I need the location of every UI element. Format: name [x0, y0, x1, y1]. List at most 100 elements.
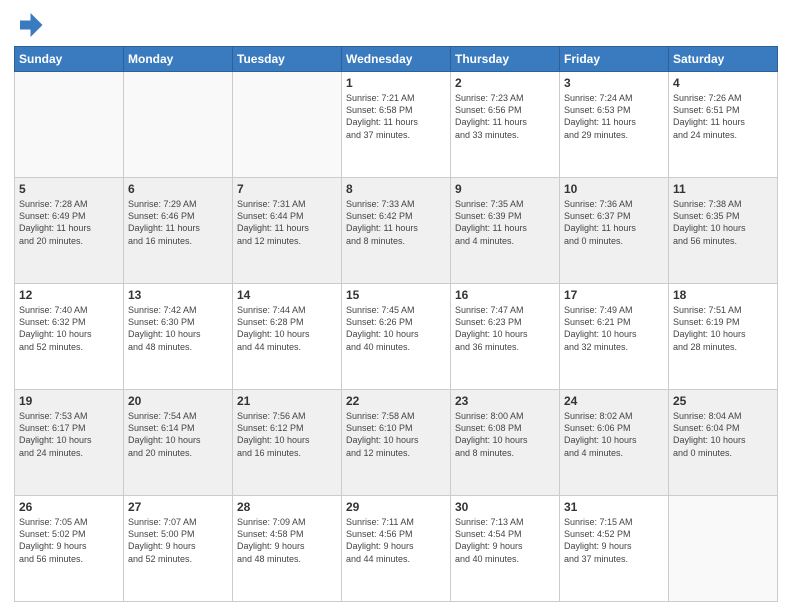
weekday-header: Saturday — [669, 47, 778, 72]
day-number: 13 — [128, 287, 228, 303]
calendar-cell: 21Sunrise: 7:56 AM Sunset: 6:12 PM Dayli… — [233, 390, 342, 496]
calendar-cell: 1Sunrise: 7:21 AM Sunset: 6:58 PM Daylig… — [342, 72, 451, 178]
calendar-cell: 25Sunrise: 8:04 AM Sunset: 6:04 PM Dayli… — [669, 390, 778, 496]
day-info: Sunrise: 7:29 AM Sunset: 6:46 PM Dayligh… — [128, 198, 228, 247]
calendar-cell: 23Sunrise: 8:00 AM Sunset: 6:08 PM Dayli… — [451, 390, 560, 496]
day-info: Sunrise: 7:07 AM Sunset: 5:00 PM Dayligh… — [128, 516, 228, 565]
day-number: 16 — [455, 287, 555, 303]
day-number: 10 — [564, 181, 664, 197]
day-info: Sunrise: 7:53 AM Sunset: 6:17 PM Dayligh… — [19, 410, 119, 459]
day-number: 21 — [237, 393, 337, 409]
day-info: Sunrise: 7:56 AM Sunset: 6:12 PM Dayligh… — [237, 410, 337, 459]
day-number: 9 — [455, 181, 555, 197]
day-number: 5 — [19, 181, 119, 197]
calendar-cell: 11Sunrise: 7:38 AM Sunset: 6:35 PM Dayli… — [669, 178, 778, 284]
day-number: 8 — [346, 181, 446, 197]
calendar-cell: 20Sunrise: 7:54 AM Sunset: 6:14 PM Dayli… — [124, 390, 233, 496]
day-number: 29 — [346, 499, 446, 515]
day-info: Sunrise: 7:23 AM Sunset: 6:56 PM Dayligh… — [455, 92, 555, 141]
day-number: 20 — [128, 393, 228, 409]
calendar-cell: 14Sunrise: 7:44 AM Sunset: 6:28 PM Dayli… — [233, 284, 342, 390]
calendar-cell: 19Sunrise: 7:53 AM Sunset: 6:17 PM Dayli… — [15, 390, 124, 496]
day-info: Sunrise: 7:28 AM Sunset: 6:49 PM Dayligh… — [19, 198, 119, 247]
calendar-cell: 9Sunrise: 7:35 AM Sunset: 6:39 PM Daylig… — [451, 178, 560, 284]
day-info: Sunrise: 7:33 AM Sunset: 6:42 PM Dayligh… — [346, 198, 446, 247]
day-number: 18 — [673, 287, 773, 303]
day-info: Sunrise: 7:51 AM Sunset: 6:19 PM Dayligh… — [673, 304, 773, 353]
calendar-cell: 12Sunrise: 7:40 AM Sunset: 6:32 PM Dayli… — [15, 284, 124, 390]
day-info: Sunrise: 7:42 AM Sunset: 6:30 PM Dayligh… — [128, 304, 228, 353]
calendar-cell: 17Sunrise: 7:49 AM Sunset: 6:21 PM Dayli… — [560, 284, 669, 390]
calendar-week-row: 1Sunrise: 7:21 AM Sunset: 6:58 PM Daylig… — [15, 72, 778, 178]
day-info: Sunrise: 7:13 AM Sunset: 4:54 PM Dayligh… — [455, 516, 555, 565]
calendar-cell: 16Sunrise: 7:47 AM Sunset: 6:23 PM Dayli… — [451, 284, 560, 390]
day-number: 19 — [19, 393, 119, 409]
calendar-cell: 26Sunrise: 7:05 AM Sunset: 5:02 PM Dayli… — [15, 496, 124, 602]
weekday-header: Sunday — [15, 47, 124, 72]
logo — [14, 10, 48, 40]
day-info: Sunrise: 7:26 AM Sunset: 6:51 PM Dayligh… — [673, 92, 773, 141]
calendar-cell: 22Sunrise: 7:58 AM Sunset: 6:10 PM Dayli… — [342, 390, 451, 496]
calendar-table: SundayMondayTuesdayWednesdayThursdayFrid… — [14, 46, 778, 602]
calendar-cell — [233, 72, 342, 178]
header — [14, 10, 778, 40]
weekday-header: Monday — [124, 47, 233, 72]
calendar-week-row: 26Sunrise: 7:05 AM Sunset: 5:02 PM Dayli… — [15, 496, 778, 602]
calendar-cell: 10Sunrise: 7:36 AM Sunset: 6:37 PM Dayli… — [560, 178, 669, 284]
day-info: Sunrise: 7:47 AM Sunset: 6:23 PM Dayligh… — [455, 304, 555, 353]
weekday-header: Wednesday — [342, 47, 451, 72]
day-number: 11 — [673, 181, 773, 197]
calendar-cell: 6Sunrise: 7:29 AM Sunset: 6:46 PM Daylig… — [124, 178, 233, 284]
calendar-header-row: SundayMondayTuesdayWednesdayThursdayFrid… — [15, 47, 778, 72]
calendar-cell: 27Sunrise: 7:07 AM Sunset: 5:00 PM Dayli… — [124, 496, 233, 602]
day-info: Sunrise: 7:38 AM Sunset: 6:35 PM Dayligh… — [673, 198, 773, 247]
calendar-cell: 28Sunrise: 7:09 AM Sunset: 4:58 PM Dayli… — [233, 496, 342, 602]
calendar-week-row: 19Sunrise: 7:53 AM Sunset: 6:17 PM Dayli… — [15, 390, 778, 496]
day-info: Sunrise: 7:24 AM Sunset: 6:53 PM Dayligh… — [564, 92, 664, 141]
day-info: Sunrise: 7:58 AM Sunset: 6:10 PM Dayligh… — [346, 410, 446, 459]
calendar-cell: 4Sunrise: 7:26 AM Sunset: 6:51 PM Daylig… — [669, 72, 778, 178]
day-info: Sunrise: 7:49 AM Sunset: 6:21 PM Dayligh… — [564, 304, 664, 353]
day-info: Sunrise: 7:21 AM Sunset: 6:58 PM Dayligh… — [346, 92, 446, 141]
day-info: Sunrise: 7:05 AM Sunset: 5:02 PM Dayligh… — [19, 516, 119, 565]
day-number: 1 — [346, 75, 446, 91]
day-number: 6 — [128, 181, 228, 197]
calendar-cell: 29Sunrise: 7:11 AM Sunset: 4:56 PM Dayli… — [342, 496, 451, 602]
weekday-header: Thursday — [451, 47, 560, 72]
day-info: Sunrise: 7:11 AM Sunset: 4:56 PM Dayligh… — [346, 516, 446, 565]
day-info: Sunrise: 7:40 AM Sunset: 6:32 PM Dayligh… — [19, 304, 119, 353]
day-info: Sunrise: 7:31 AM Sunset: 6:44 PM Dayligh… — [237, 198, 337, 247]
day-info: Sunrise: 8:02 AM Sunset: 6:06 PM Dayligh… — [564, 410, 664, 459]
calendar-cell: 13Sunrise: 7:42 AM Sunset: 6:30 PM Dayli… — [124, 284, 233, 390]
day-number: 3 — [564, 75, 664, 91]
calendar-cell: 24Sunrise: 8:02 AM Sunset: 6:06 PM Dayli… — [560, 390, 669, 496]
day-info: Sunrise: 7:36 AM Sunset: 6:37 PM Dayligh… — [564, 198, 664, 247]
day-number: 31 — [564, 499, 664, 515]
weekday-header: Tuesday — [233, 47, 342, 72]
calendar-cell: 18Sunrise: 7:51 AM Sunset: 6:19 PM Dayli… — [669, 284, 778, 390]
calendar-cell: 8Sunrise: 7:33 AM Sunset: 6:42 PM Daylig… — [342, 178, 451, 284]
calendar-cell: 30Sunrise: 7:13 AM Sunset: 4:54 PM Dayli… — [451, 496, 560, 602]
weekday-header: Friday — [560, 47, 669, 72]
day-number: 28 — [237, 499, 337, 515]
calendar-cell — [15, 72, 124, 178]
page: SundayMondayTuesdayWednesdayThursdayFrid… — [0, 0, 792, 612]
day-number: 4 — [673, 75, 773, 91]
day-number: 12 — [19, 287, 119, 303]
day-number: 24 — [564, 393, 664, 409]
day-info: Sunrise: 7:44 AM Sunset: 6:28 PM Dayligh… — [237, 304, 337, 353]
day-number: 15 — [346, 287, 446, 303]
day-number: 25 — [673, 393, 773, 409]
day-number: 7 — [237, 181, 337, 197]
day-number: 26 — [19, 499, 119, 515]
day-info: Sunrise: 8:00 AM Sunset: 6:08 PM Dayligh… — [455, 410, 555, 459]
day-number: 22 — [346, 393, 446, 409]
calendar-cell — [669, 496, 778, 602]
day-number: 17 — [564, 287, 664, 303]
day-number: 30 — [455, 499, 555, 515]
day-number: 2 — [455, 75, 555, 91]
calendar-cell: 15Sunrise: 7:45 AM Sunset: 6:26 PM Dayli… — [342, 284, 451, 390]
day-number: 14 — [237, 287, 337, 303]
day-info: Sunrise: 7:45 AM Sunset: 6:26 PM Dayligh… — [346, 304, 446, 353]
day-info: Sunrise: 7:15 AM Sunset: 4:52 PM Dayligh… — [564, 516, 664, 565]
